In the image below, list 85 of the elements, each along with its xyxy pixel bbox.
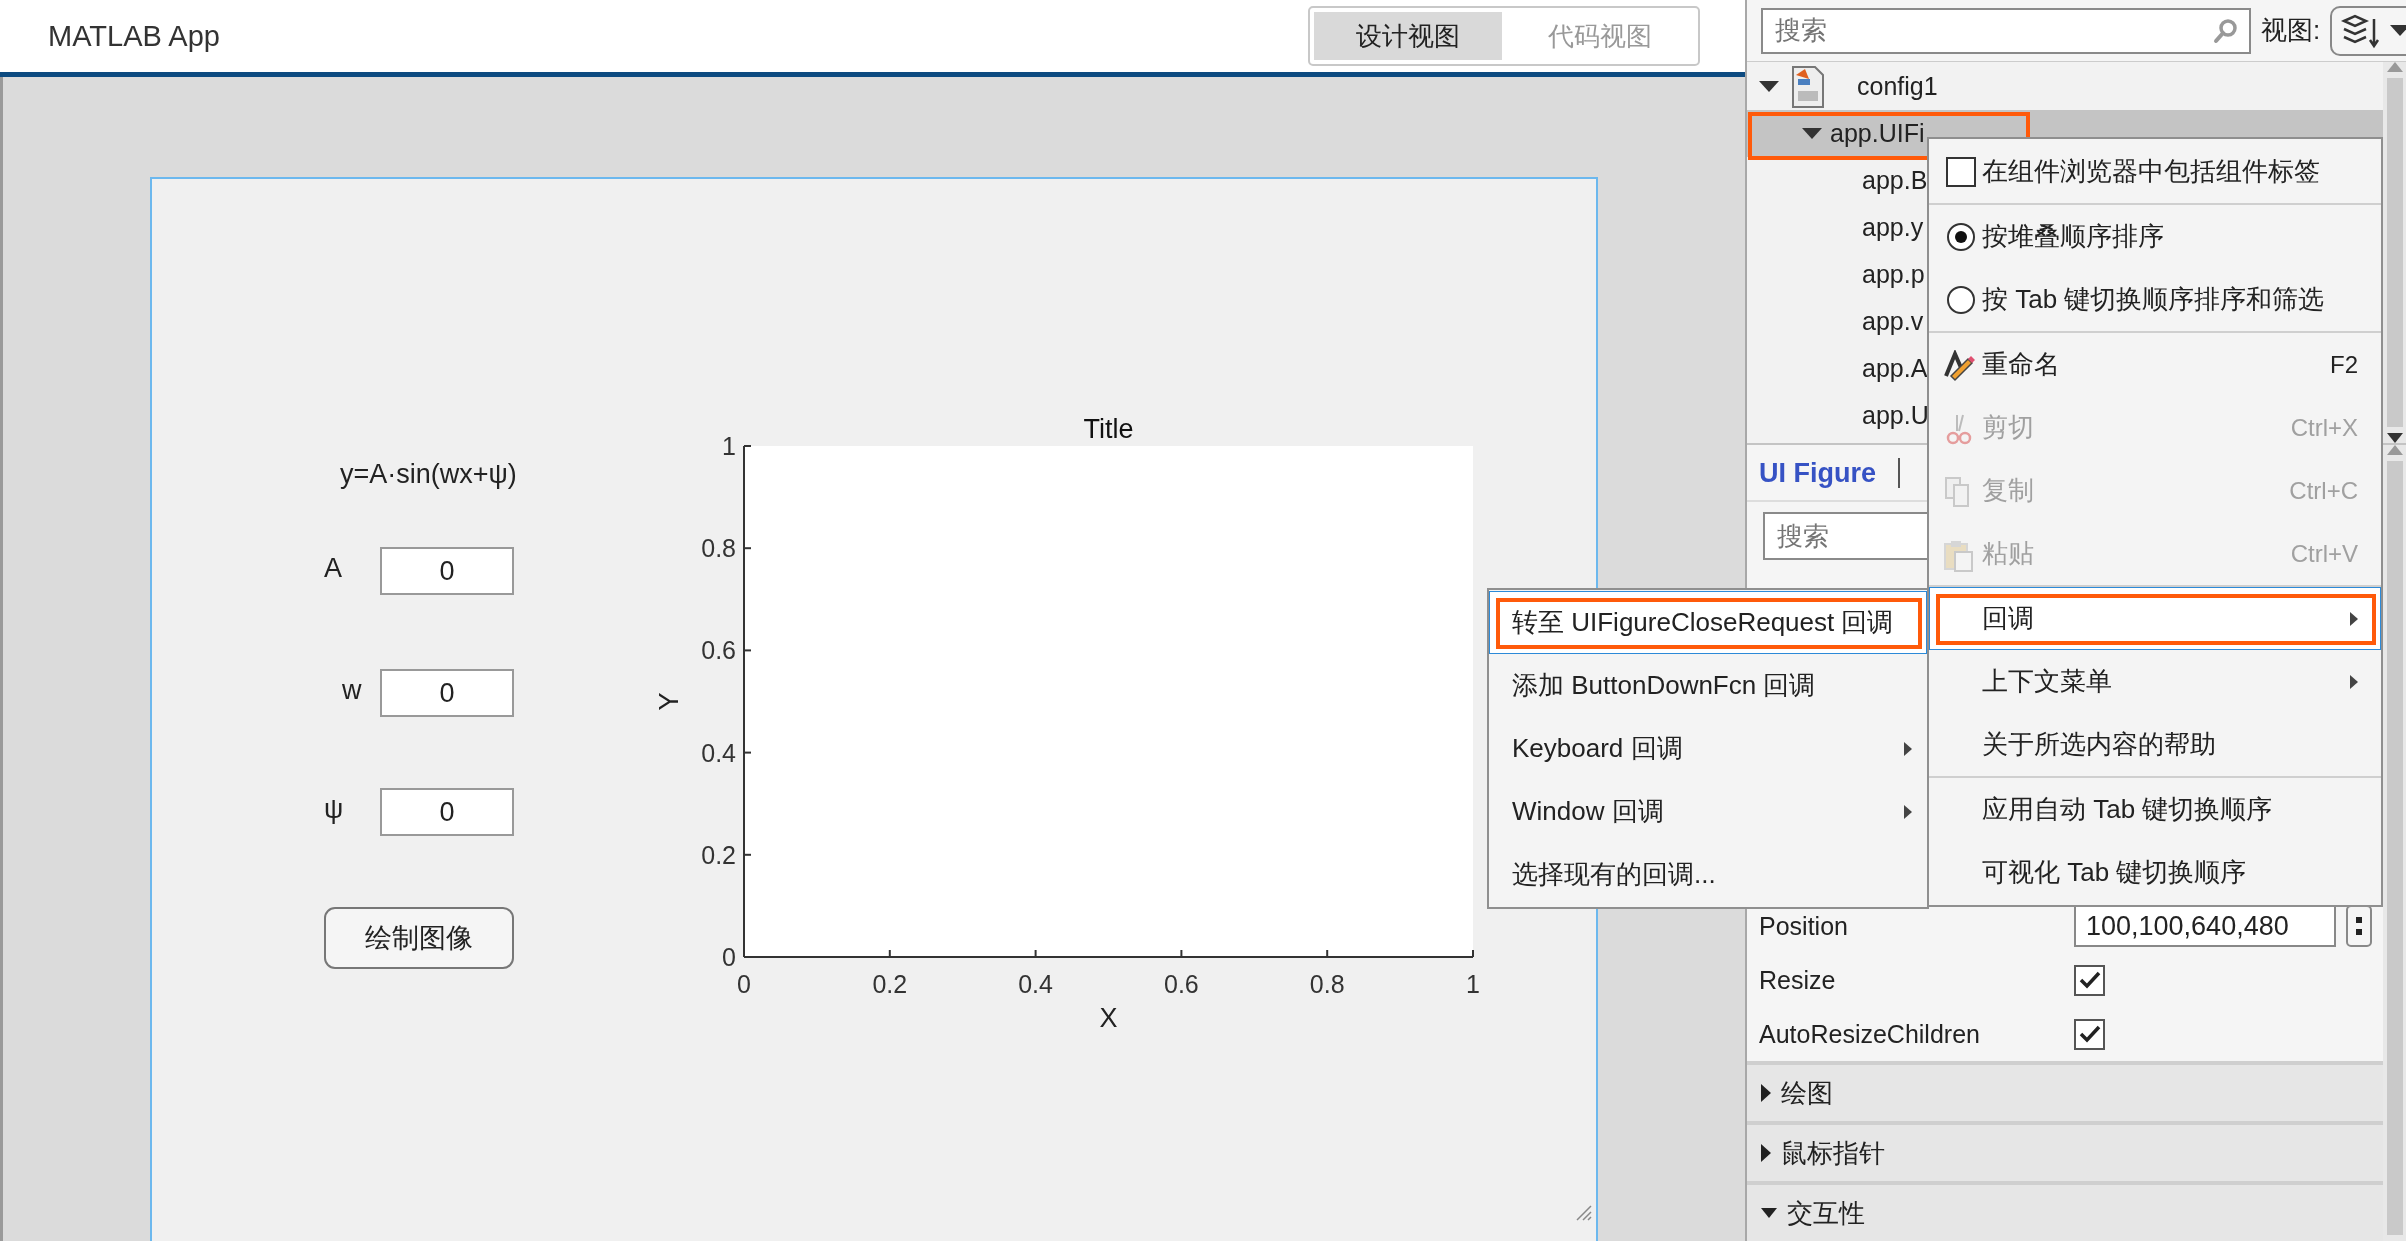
- dots-icon: [2356, 915, 2362, 937]
- caret-down-icon: [1759, 80, 1779, 93]
- menu-item[interactable]: 添加 ButtonDownFcn 回调: [1489, 654, 1927, 717]
- menu-item[interactable]: 上下文菜单: [1929, 650, 2381, 713]
- menu-item[interactable]: 按堆叠顺序排序: [1929, 205, 2381, 268]
- menu-item[interactable]: Window 回调: [1489, 780, 1927, 843]
- menu-item[interactable]: 转至 UIFigureCloseRequest 回调: [1489, 591, 1927, 654]
- clipboard-icon: [1942, 539, 1976, 573]
- chart-title: Title: [1083, 414, 1134, 444]
- search-field[interactable]: 搜索: [1761, 7, 2251, 54]
- scrollbar[interactable]: [2383, 62, 2406, 443]
- view-button[interactable]: [2330, 5, 2406, 56]
- tick-label: 0.4: [701, 738, 736, 767]
- checkbox[interactable]: [2074, 964, 2105, 996]
- tick-label: 0.8: [1309, 970, 1345, 998]
- caret-down-icon: [2390, 24, 2406, 37]
- field-label: ψ: [324, 794, 344, 825]
- tick-label: 0.8: [701, 534, 736, 563]
- tick-label: 0: [722, 943, 736, 971]
- section-header[interactable]: 鼠标指针: [1747, 1121, 2383, 1181]
- search-icon: [2213, 17, 2239, 44]
- caret-down-icon: [1802, 127, 1822, 140]
- app-title: MATLAB App: [48, 19, 220, 53]
- layers-icon: [2340, 12, 2381, 49]
- numeric-field[interactable]: 0: [380, 669, 514, 717]
- tick-label: 0.6: [701, 636, 736, 665]
- tick-label: 0.6: [1164, 970, 1199, 998]
- shortcut-label: F2: [2330, 350, 2358, 379]
- view-label: 视图:: [2261, 14, 2321, 47]
- submenu-arrow-icon: [1904, 804, 1912, 819]
- submenu-arrow-icon: [1904, 741, 1912, 756]
- menu-item[interactable]: Keyboard 回调: [1489, 717, 1927, 780]
- pencil-icon: [1942, 350, 1976, 384]
- menu-item[interactable]: 按 Tab 键切换顺序排序和筛选: [1929, 268, 2381, 331]
- section-header[interactable]: 绘图: [1747, 1061, 2383, 1121]
- checkbox[interactable]: [2074, 1018, 2105, 1050]
- tree-item[interactable]: config1: [1747, 63, 2383, 110]
- menu-item[interactable]: 回调: [1929, 587, 2381, 650]
- resize-grip-icon: [1574, 1203, 1592, 1221]
- property-field[interactable]: 100,100,640,480: [2074, 905, 2336, 947]
- axis-title: X: [1099, 1003, 1118, 1033]
- radio-button[interactable]: [1946, 285, 1976, 315]
- section-label: 交互性: [1787, 1196, 1865, 1230]
- property-name: Position: [1759, 911, 1849, 941]
- menu-item[interactable]: 重命名 F2: [1929, 333, 2381, 396]
- axis-title: Y: [654, 692, 684, 711]
- section-header[interactable]: 交互性: [1747, 1181, 2383, 1241]
- tick-label: 0.2: [701, 840, 736, 869]
- scroll-up-icon: [2386, 62, 2403, 72]
- caret-down-icon: [1761, 1208, 1777, 1218]
- shortcut-label: Ctrl+X: [2290, 413, 2358, 442]
- numeric-field[interactable]: 0: [380, 788, 514, 836]
- shortcut-label: Ctrl+V: [2290, 539, 2358, 568]
- property-name: Resize: [1759, 965, 1837, 995]
- scrollbar[interactable]: [2383, 445, 2406, 1241]
- tick-label: 0.4: [1018, 970, 1053, 998]
- view-tab[interactable]: 设计视图: [1314, 12, 1502, 60]
- tick-label: 1: [722, 432, 736, 460]
- field-label: w: [342, 675, 362, 706]
- checkmark-icon: [2078, 1025, 2101, 1043]
- submenu-arrow-icon: [2350, 674, 2358, 689]
- section-label: 鼠标指针: [1781, 1136, 1885, 1170]
- caret-right-icon: [1761, 1144, 1771, 1162]
- numeric-field[interactable]: 0: [380, 547, 514, 595]
- scroll-down-icon: [2386, 433, 2403, 443]
- tick-label: 1: [1466, 970, 1480, 998]
- menu-item[interactable]: 关于所选内容的帮助: [1929, 713, 2381, 776]
- submenu-arrow-icon: [2350, 611, 2358, 626]
- radio-button[interactable]: [1946, 222, 1976, 252]
- property-name: AutoResizeChildren: [1759, 1019, 1981, 1049]
- inspector-tab[interactable]: UI Figure: [1759, 457, 1900, 488]
- checkbox[interactable]: [1946, 157, 1976, 187]
- checkmark-icon: [2078, 971, 2101, 989]
- menu-item[interactable]: 选择现有的回调...: [1489, 843, 1927, 906]
- field-label: A: [324, 553, 342, 584]
- caret-right-icon: [1761, 1084, 1771, 1102]
- tick-label: 0.2: [872, 970, 908, 998]
- shortcut-label: Ctrl+C: [2289, 476, 2358, 505]
- more-button[interactable]: [2346, 905, 2372, 947]
- section-label: 绘图: [1781, 1076, 1833, 1110]
- tick-label: 0: [737, 970, 751, 998]
- formula-label: y=A·sin(wx+ψ): [340, 459, 517, 490]
- plot-button[interactable]: 绘制图像: [324, 907, 514, 969]
- menu-item[interactable]: 可视化 Tab 键切换顺序: [1929, 841, 2381, 904]
- menu-item[interactable]: 应用自动 Tab 键切换顺序: [1929, 778, 2381, 841]
